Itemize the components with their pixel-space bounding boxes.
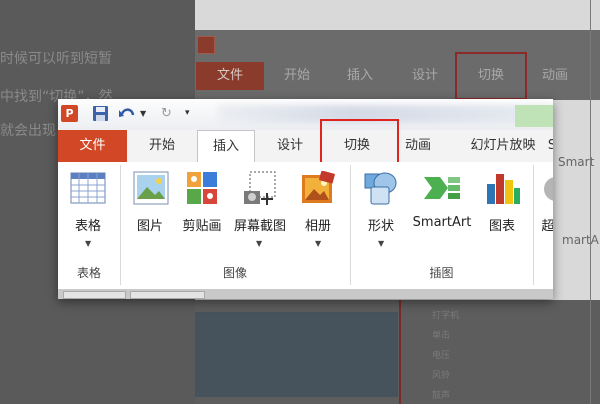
background-tab: 动画 — [541, 68, 568, 83]
slides-pane-tab[interactable] — [130, 291, 205, 299]
album-dropdown-icon[interactable]: ▼ — [315, 239, 321, 248]
undo-dropdown-icon[interactable]: ▼ — [140, 105, 146, 122]
background-slide — [195, 312, 398, 397]
picture-icon[interactable] — [133, 171, 169, 209]
background-border — [590, 0, 591, 404]
tab-insert[interactable]: 插入 — [197, 130, 255, 163]
background-text-line: 时候可以听到短暂 — [0, 51, 112, 67]
hyperlink-icon[interactable] — [542, 175, 553, 207]
background-tab: 开始 — [283, 68, 310, 83]
undo-icon[interactable] — [118, 105, 136, 122]
table-icon[interactable] — [70, 172, 106, 208]
background-tab: 设计 — [411, 68, 438, 83]
customize-qat-icon[interactable]: ▾ — [185, 105, 190, 122]
title-bar-badge — [515, 105, 553, 127]
album-icon[interactable] — [300, 170, 336, 209]
background-list-item: 鼓声 — [432, 391, 451, 401]
background-list-item: 电压 — [432, 351, 451, 361]
tab-partial[interactable]: S — [546, 130, 553, 162]
redo-icon[interactable]: ↻ — [161, 105, 172, 122]
tab-home[interactable]: 开始 — [133, 130, 191, 162]
table-button-label[interactable]: 表格 — [72, 215, 104, 234]
shapes-dropdown-icon[interactable]: ▼ — [378, 239, 384, 248]
save-icon[interactable] — [92, 105, 109, 122]
group-label-table: 表格 — [76, 266, 101, 280]
screenshot-dropdown-icon[interactable]: ▼ — [256, 239, 262, 248]
group-label-images: 图像 — [222, 266, 247, 280]
background-divider — [399, 300, 401, 404]
background-tab-file: 文件 — [196, 62, 264, 90]
background-fragment: Smart — [558, 155, 595, 169]
powerpoint-logo-icon[interactable]: P — [61, 105, 78, 122]
shapes-button-label[interactable]: 形状 — [359, 215, 403, 234]
tab-file[interactable]: 文件 — [58, 130, 127, 162]
background-list-item: 打字机 — [432, 311, 460, 321]
ribbon-panel: P ▼ ↻ ▾ 文件 开始 插入 设计 切换 动画 幻灯片放映 S 表格 ▼ 表… — [58, 99, 553, 299]
hyperlink-button-label[interactable]: 超 — [538, 215, 553, 234]
background-list-item: 单击 — [432, 331, 451, 341]
smartart-icon[interactable] — [422, 173, 462, 207]
group-label-illustrations: 插图 — [429, 266, 454, 280]
screenshot-button-label[interactable]: 屏幕截图 — [230, 215, 290, 234]
background-highlight — [455, 52, 527, 100]
background-text-line: 就会出现 — [0, 123, 56, 139]
album-button-label[interactable]: 相册 — [296, 215, 340, 234]
outline-pane-tab[interactable] — [63, 291, 126, 299]
clipart-icon[interactable] — [186, 171, 218, 209]
picture-button-label[interactable]: 图片 — [129, 215, 171, 234]
screenshot-icon[interactable] — [241, 171, 277, 211]
background-tab: 插入 — [346, 68, 373, 83]
tab-slideshow[interactable]: 幻灯片放映 — [458, 130, 548, 162]
background-app-logo — [197, 36, 215, 54]
tab-design[interactable]: 设计 — [261, 130, 319, 162]
group-divider — [533, 165, 534, 285]
chart-button-label[interactable]: 图表 — [478, 215, 526, 234]
tab-animations[interactable]: 动画 — [392, 130, 444, 162]
smartart-button-label[interactable]: SmartArt — [408, 215, 476, 230]
shapes-icon[interactable] — [363, 171, 399, 209]
background-list-item: 风铃 — [432, 371, 451, 381]
table-dropdown-icon[interactable]: ▼ — [85, 239, 91, 248]
background-fragment: martA — [562, 233, 599, 247]
clipart-button-label[interactable]: 剪贴画 — [176, 215, 228, 234]
chart-icon[interactable] — [485, 170, 521, 210]
